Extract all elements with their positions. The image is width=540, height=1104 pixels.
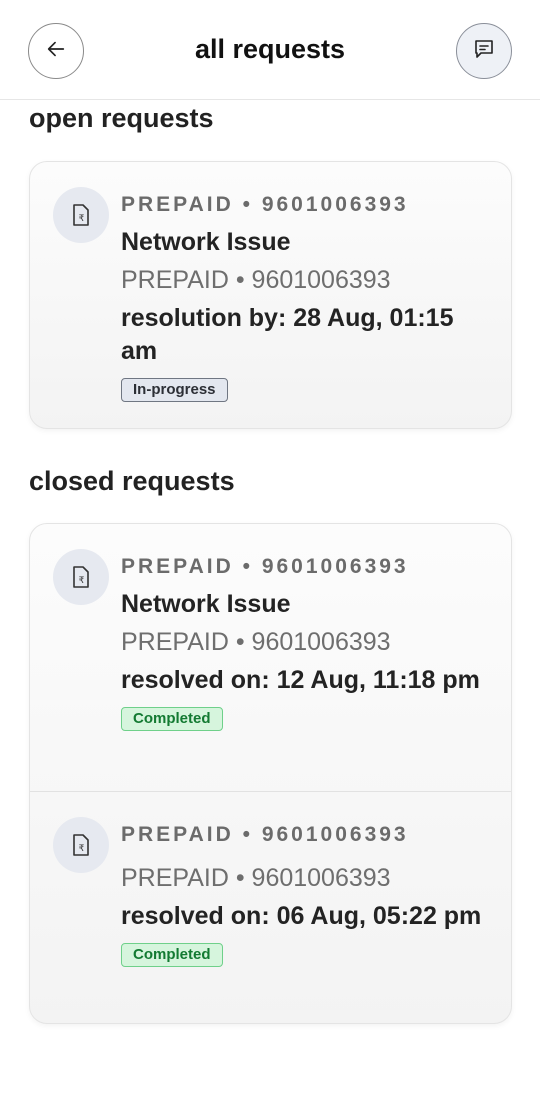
request-item[interactable]: ₹ PREPAID • 9601006393 Network Issue PRE… [30,524,511,791]
account-label: PREPAID • 9601006393 [121,823,409,846]
rupee-document-icon: ₹ [53,817,109,873]
account-sub-label: PREPAID • 9601006393 [121,864,391,892]
rupee-document-icon: ₹ [53,187,109,243]
svg-text:₹: ₹ [79,214,85,224]
resolution-date: resolution by: 28 Aug, 01:15 am [121,304,454,365]
status-badge: Completed [121,707,223,731]
svg-text:₹: ₹ [79,576,85,586]
open-requests-heading: open requests [29,103,214,133]
request-title: Network Issue [121,590,291,618]
request-title: Network Issue [121,228,291,256]
open-requests-card: ₹ PREPAID • 9601006393 Network Issue PRE… [29,161,512,429]
status-badge: Completed [121,943,223,967]
closed-requests-heading: closed requests [29,466,235,496]
chat-bubble-icon [472,37,496,66]
request-item[interactable]: ₹ PREPAID • 9601006393 PREPAID • 9601006… [30,791,511,1023]
account-sub-label: PREPAID • 9601006393 [121,628,391,656]
top-bar: all requests [0,0,540,100]
rupee-document-icon: ₹ [53,549,109,605]
resolved-date: resolved on: 12 Aug, 11:18 pm [121,666,480,694]
closed-requests-card: ₹ PREPAID • 9601006393 Network Issue PRE… [29,523,512,1024]
account-sub-label: PREPAID • 9601006393 [121,266,391,294]
resolved-date: resolved on: 06 Aug, 05:22 pm [121,902,482,930]
svg-text:₹: ₹ [79,844,85,854]
request-item[interactable]: ₹ PREPAID • 9601006393 Network Issue PRE… [30,162,511,428]
chat-button[interactable] [456,23,512,79]
account-label: PREPAID • 9601006393 [121,555,409,578]
account-label: PREPAID • 9601006393 [121,193,409,216]
status-badge: In-progress [121,378,228,402]
